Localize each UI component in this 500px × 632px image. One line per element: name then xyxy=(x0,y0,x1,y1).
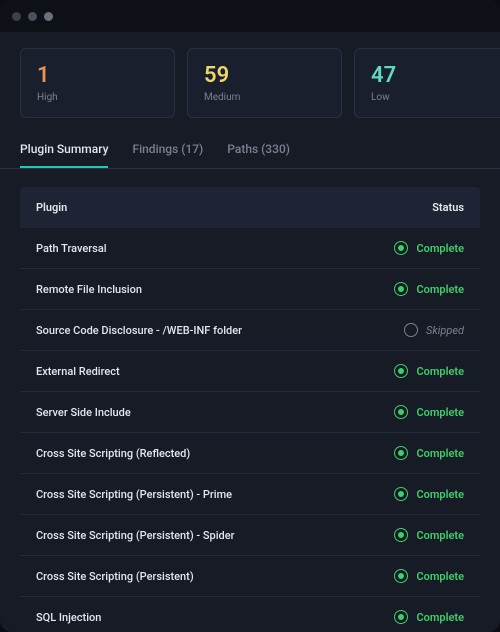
table-row[interactable]: Cross Site Scripting (Persistent) - Spid… xyxy=(20,515,480,556)
column-header-plugin: Plugin xyxy=(36,201,67,214)
status-cell: Complete xyxy=(394,282,464,296)
table-row[interactable]: Remote File Inclusion Complete xyxy=(20,269,480,310)
table-row[interactable]: Cross Site Scripting (Persistent) Complet… xyxy=(20,556,480,597)
window-titlebar xyxy=(0,0,500,32)
status-label-skipped: Skipped xyxy=(426,324,464,337)
table-row[interactable]: Path Traversal Complete xyxy=(20,228,480,269)
status-cell: Skipped xyxy=(404,323,464,337)
status-cell: Complete xyxy=(394,528,464,542)
tab-paths[interactable]: Paths (330) xyxy=(227,142,290,168)
status-label-complete: Complete xyxy=(416,570,464,583)
summary-label: Medium xyxy=(204,92,325,103)
status-skipped-icon xyxy=(404,323,418,337)
status-label-complete: Complete xyxy=(416,447,464,460)
status-cell: Complete xyxy=(394,405,464,419)
plugin-name: External Redirect xyxy=(36,365,120,378)
tab-findings[interactable]: Findings (17) xyxy=(132,142,203,168)
status-complete-icon xyxy=(394,405,408,419)
plugin-name: Cross Site Scripting (Persistent) - Prim… xyxy=(36,488,232,501)
summary-card-high[interactable]: 1 High xyxy=(20,48,175,118)
summary-label: High xyxy=(37,92,158,103)
plugin-name: Cross Site Scripting (Reflected) xyxy=(36,447,190,460)
plugin-name: SQL Injection xyxy=(36,611,101,624)
plugin-name: Path Traversal xyxy=(36,242,107,255)
status-label-complete: Complete xyxy=(416,529,464,542)
status-complete-icon xyxy=(394,528,408,542)
table-row[interactable]: Cross Site Scripting (Persistent) - Prim… xyxy=(20,474,480,515)
plugin-name: Cross Site Scripting (Persistent) xyxy=(36,570,194,583)
tab-bar: Plugin Summary Findings (17) Paths (330) xyxy=(0,118,500,169)
summary-card-medium[interactable]: 59 Medium xyxy=(187,48,342,118)
tab-plugin-summary[interactable]: Plugin Summary xyxy=(20,142,108,168)
table-row[interactable]: Cross Site Scripting (Reflected) Complete xyxy=(20,433,480,474)
severity-summary-row: 1 High 59 Medium 47 Low xyxy=(0,32,500,118)
plugin-name: Remote File Inclusion xyxy=(36,283,142,296)
summary-card-low[interactable]: 47 Low xyxy=(354,48,500,118)
status-label-complete: Complete xyxy=(416,365,464,378)
window-control-maximize[interactable] xyxy=(44,12,53,21)
status-complete-icon xyxy=(394,569,408,583)
app-window: 1 High 59 Medium 47 Low Plugin Summary F… xyxy=(0,0,500,632)
status-label-complete: Complete xyxy=(416,611,464,624)
status-complete-icon xyxy=(394,241,408,255)
status-complete-icon xyxy=(394,282,408,296)
summary-label: Low xyxy=(371,92,492,103)
table-row[interactable]: Server Side Include Complete xyxy=(20,392,480,433)
table-row[interactable]: External Redirect Complete xyxy=(20,351,480,392)
window-control-close[interactable] xyxy=(12,12,21,21)
status-complete-icon xyxy=(394,364,408,378)
status-cell: Complete xyxy=(394,487,464,501)
plugin-name: Source Code Disclosure - /WEB-INF folder xyxy=(36,324,242,337)
table-header-row: Plugin Status xyxy=(20,187,480,228)
status-label-complete: Complete xyxy=(416,242,464,255)
summary-count: 59 xyxy=(204,63,325,88)
status-cell: Complete xyxy=(394,241,464,255)
table-row[interactable]: SQL Injection Complete xyxy=(20,597,480,632)
status-complete-icon xyxy=(394,446,408,460)
status-label-complete: Complete xyxy=(416,488,464,501)
status-cell: Complete xyxy=(394,569,464,583)
summary-count: 47 xyxy=(371,63,492,88)
status-cell: Complete xyxy=(394,610,464,624)
status-cell: Complete xyxy=(394,446,464,460)
table-row[interactable]: Source Code Disclosure - /WEB-INF folder… xyxy=(20,310,480,351)
status-complete-icon xyxy=(394,487,408,501)
window-control-minimize[interactable] xyxy=(28,12,37,21)
summary-count: 1 xyxy=(37,63,158,88)
status-complete-icon xyxy=(394,610,408,624)
plugin-table: Plugin Status Path TraversalCompleteRemo… xyxy=(0,169,500,632)
status-label-complete: Complete xyxy=(416,406,464,419)
column-header-status: Status xyxy=(432,201,464,214)
status-label-complete: Complete xyxy=(416,283,464,296)
status-cell: Complete xyxy=(394,364,464,378)
plugin-name: Cross Site Scripting (Persistent) - Spid… xyxy=(36,529,235,542)
plugin-name: Server Side Include xyxy=(36,406,131,419)
